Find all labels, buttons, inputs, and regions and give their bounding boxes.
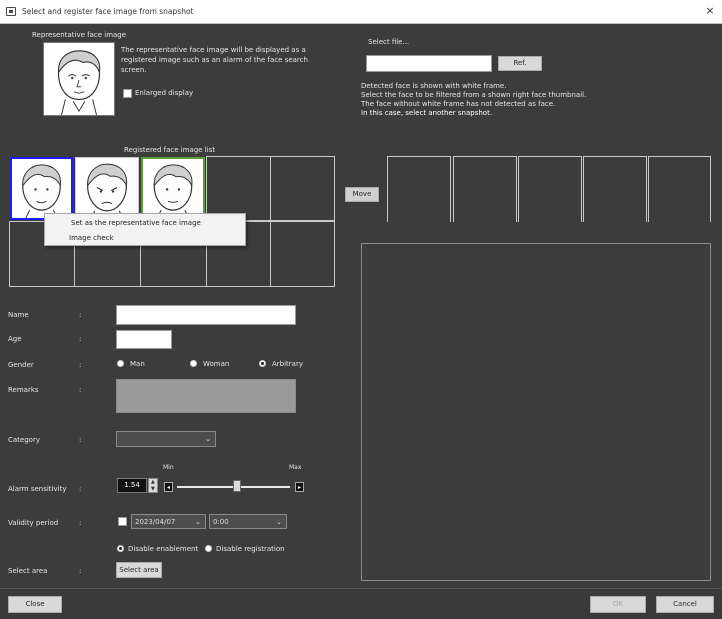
snapshot-face-5[interactable] <box>648 156 711 222</box>
ref-button[interactable]: Ref. <box>498 56 542 71</box>
gender-radio-woman[interactable] <box>190 360 197 367</box>
window-title: Select and register face image from snap… <box>22 7 194 16</box>
validity-mode-radio-enablement[interactable] <box>117 545 124 552</box>
registered-list-label: Registered face image list <box>124 146 216 154</box>
registered-face-empty-10[interactable] <box>270 221 335 287</box>
sensitivity-stepper[interactable]: ▲ ▼ <box>148 478 158 493</box>
close-button[interactable]: Close <box>8 596 62 613</box>
help-line-4: In this case, select another snapshot. <box>361 109 493 117</box>
select-file-label: Select file... <box>368 38 410 46</box>
validity-time-value: 0:00 <box>213 518 229 526</box>
representative-face-image <box>43 42 115 116</box>
name-colon: : <box>79 311 82 319</box>
sensitivity-max-label: Max <box>289 464 302 471</box>
help-line-2: Select the face to be filtered from a sh… <box>361 91 587 99</box>
title-bar: Select and register face image from snap… <box>0 0 722 24</box>
registered-face-1[interactable] <box>10 157 73 220</box>
sensitivity-value[interactable]: 1.54 <box>117 478 147 493</box>
rep-face-label: Representative face image <box>32 31 127 39</box>
age-field[interactable] <box>116 330 172 349</box>
gender-label: Gender <box>8 361 34 369</box>
gender-woman-label: Woman <box>203 360 230 368</box>
gender-colon: : <box>79 361 82 369</box>
rep-face-info-text: The representative face image will be di… <box>121 46 308 74</box>
gender-man-label: Man <box>130 360 145 368</box>
select-area-colon: : <box>79 567 82 575</box>
sensitivity-increase-icon[interactable]: ▸ <box>295 482 304 492</box>
snapshot-preview-area[interactable] <box>361 243 711 581</box>
remarks-label: Remarks <box>8 386 39 394</box>
menu-item-image-check[interactable]: Image check <box>69 234 114 242</box>
category-colon: : <box>79 436 82 444</box>
category-label: Category <box>8 436 40 444</box>
enlarged-display-checkbox[interactable] <box>123 89 132 98</box>
sensitivity-decrease-icon[interactable]: ◂ <box>164 482 173 492</box>
enlarged-display-label: Enlarged display <box>135 89 194 97</box>
registered-face-3[interactable] <box>141 157 205 220</box>
cancel-button[interactable]: Cancel <box>656 596 714 613</box>
validity-colon: : <box>79 519 82 527</box>
remarks-field[interactable] <box>116 379 296 413</box>
sensitivity-slider-thumb[interactable] <box>233 480 241 492</box>
registered-face-empty-4[interactable] <box>206 156 271 221</box>
move-button[interactable]: Move <box>345 187 379 202</box>
help-line-3: The face without white frame has not det… <box>361 100 556 108</box>
registered-face-empty-5[interactable] <box>270 156 335 221</box>
help-line-1: Detected face is shown with white frame. <box>361 82 507 90</box>
gender-radio-arbitrary[interactable] <box>259 360 266 367</box>
select-area-button[interactable]: Select area <box>116 562 162 578</box>
validity-time-select[interactable]: 0:00 ⌄ <box>209 514 287 529</box>
snapshot-face-4[interactable] <box>583 156 647 222</box>
close-icon[interactable]: × <box>702 3 718 19</box>
sensitivity-min-label: Min <box>163 464 174 471</box>
validity-mode-enablement-label: Disable enablement <box>128 545 199 553</box>
ok-button[interactable]: OK <box>590 596 646 613</box>
snapshot-face-3[interactable] <box>518 156 582 222</box>
gender-arbitrary-label: Arbitrary <box>272 360 303 368</box>
validity-checkbox[interactable] <box>118 517 127 526</box>
validity-date-select[interactable]: 2023/04/07 ⌄ <box>131 514 206 529</box>
file-path-field[interactable] <box>366 55 492 72</box>
name-label: Name <box>8 311 29 319</box>
name-field[interactable] <box>116 305 296 325</box>
snapshot-face-thumbnails <box>387 156 711 222</box>
menu-item-set-representative[interactable]: Set as the representative face image <box>71 219 201 227</box>
validity-label: Validity period <box>8 519 59 527</box>
stepper-up-icon[interactable]: ▲ <box>151 479 155 485</box>
age-label: Age <box>8 335 22 343</box>
sensitivity-label: Alarm sensitivity <box>8 485 67 493</box>
category-select[interactable]: ⌄ <box>116 431 216 447</box>
snapshot-face-1[interactable] <box>387 156 451 222</box>
chevron-down-icon: ⌄ <box>205 435 211 443</box>
remarks-colon: : <box>79 386 82 394</box>
validity-mode-radio-registration[interactable] <box>205 545 212 552</box>
snapshot-face-2[interactable] <box>453 156 517 222</box>
registered-face-2[interactable] <box>75 157 139 220</box>
face-context-menu: Set as the representative face image Ima… <box>44 213 246 246</box>
age-colon: : <box>79 335 82 343</box>
stepper-down-icon[interactable]: ▼ <box>151 486 155 492</box>
gender-radio-man[interactable] <box>117 360 124 367</box>
sensitivity-colon: : <box>79 485 82 493</box>
validity-mode-registration-label: Disable registration <box>216 545 285 553</box>
chevron-down-icon: ⌄ <box>276 518 282 526</box>
app-icon <box>6 7 16 16</box>
select-area-label: Select area <box>8 567 48 575</box>
chevron-down-icon: ⌄ <box>195 518 201 526</box>
validity-date-value: 2023/04/07 <box>135 518 176 526</box>
